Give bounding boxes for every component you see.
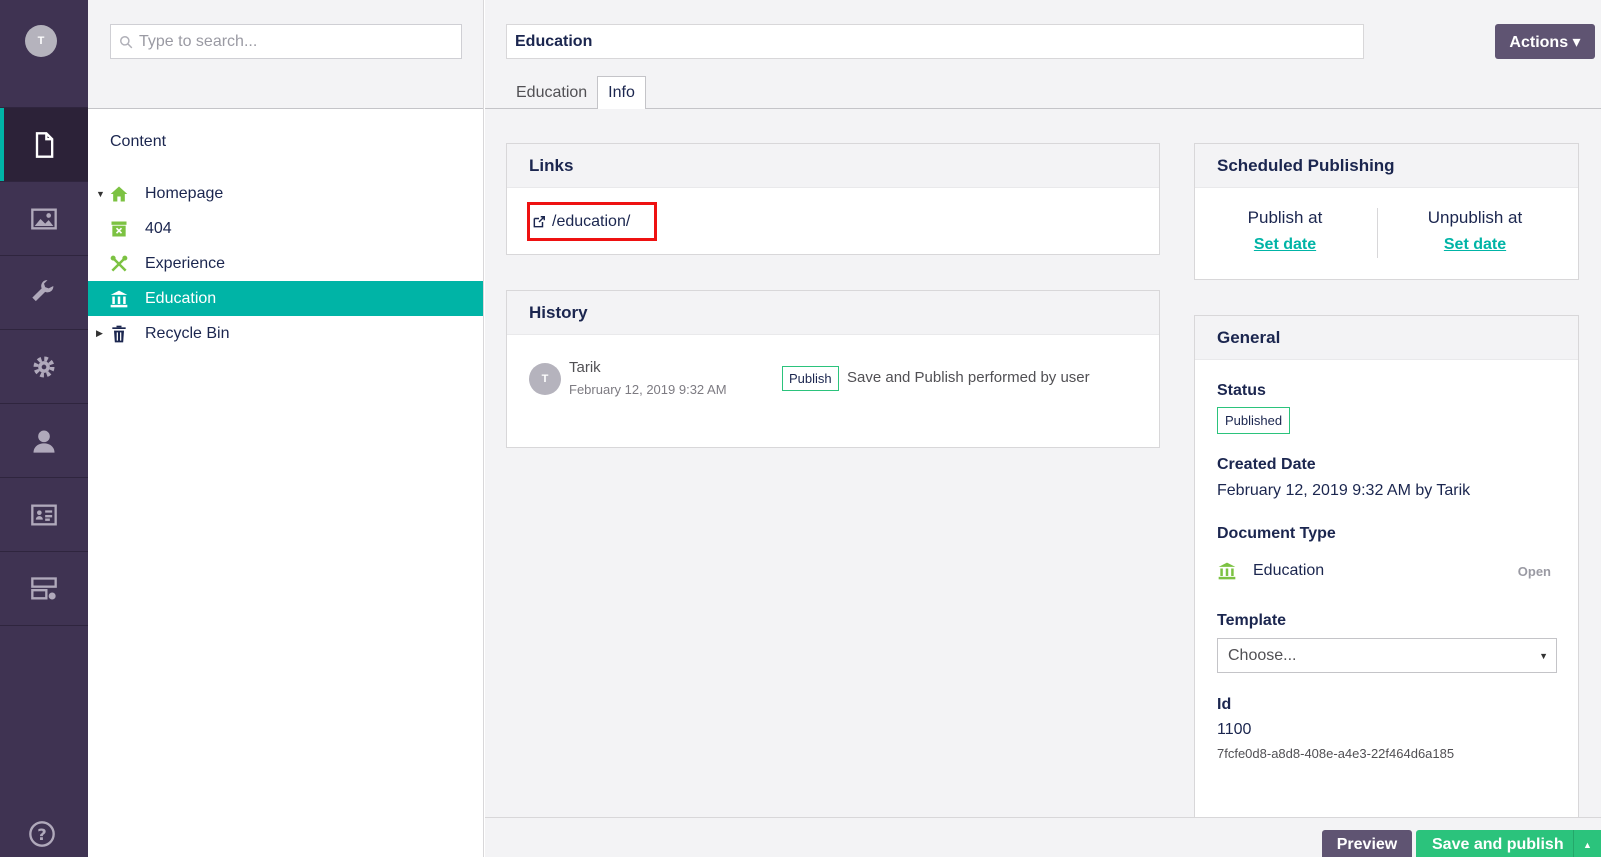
tree-item-recycle-bin[interactable]: ▶ Recycle Bin [88, 316, 483, 351]
id-label: Id [1217, 696, 1232, 713]
created-date-value: February 12, 2019 9:32 AM by Tarik [1217, 482, 1471, 499]
svg-text:?: ? [37, 825, 46, 844]
unpublish-at-label: Unpublish at [1427, 208, 1523, 227]
id-value: 1100 [1217, 721, 1252, 738]
save-and-publish-button[interactable]: Save and publish ▲ [1416, 830, 1601, 857]
tree-search-bar [88, 0, 483, 109]
node-name-input[interactable]: Education [506, 24, 1364, 59]
section-users[interactable] [0, 403, 88, 478]
document-type-row: Education Open [1217, 559, 1557, 583]
forms-icon [31, 576, 57, 599]
status-label: Status [1217, 382, 1266, 399]
divider [1377, 208, 1378, 258]
tree-item-label: Education [145, 289, 217, 307]
app-section-rail: T ? [0, 0, 88, 857]
tree-item-404[interactable]: 404 [88, 211, 483, 246]
search-input[interactable] [139, 32, 439, 51]
scheduled-title: Scheduled Publishing [1195, 144, 1578, 188]
content-tree-panel: Content ▼ Homepage 404 Experience Educat… [88, 0, 484, 857]
document-icon [35, 132, 54, 158]
history-user: Tarik [569, 359, 601, 376]
help-icon[interactable]: ? [28, 820, 56, 848]
history-title: History [507, 291, 1159, 335]
tab-education[interactable]: Education [506, 76, 597, 110]
document-type-value: Education [1253, 562, 1325, 579]
home-icon [108, 183, 130, 205]
preview-button[interactable]: Preview [1322, 830, 1412, 857]
tree-item-label: 404 [145, 219, 172, 237]
section-packages[interactable] [0, 329, 88, 404]
section-settings[interactable] [0, 255, 88, 330]
museum-icon [108, 288, 130, 310]
node-url: /education/ [552, 212, 631, 230]
history-date: February 12, 2019 9:32 AM [569, 382, 727, 397]
scheduled-publishing-panel: Scheduled Publishing Publish at Set date… [1194, 143, 1579, 280]
publish-at-label: Publish at [1247, 208, 1323, 227]
guid-value: 7fcfe0d8-a8d8-408e-a4e3-22f464d6a185 [1217, 746, 1455, 761]
status-badge: Published [1217, 407, 1291, 434]
node-url-link[interactable]: /education/ [527, 202, 657, 241]
editor-footer: Preview Save and publish ▲ [485, 817, 1601, 857]
external-link-icon [533, 215, 545, 227]
tree-title: Content [110, 133, 167, 150]
museum-icon [1218, 562, 1236, 580]
id-card-icon [31, 504, 57, 526]
document-type-label: Document Type [1217, 525, 1336, 542]
publish-set-date-link[interactable]: Set date [1195, 236, 1375, 254]
unpublish-at-column: Unpublish at Set date [1385, 208, 1565, 254]
tree-item-label: Experience [145, 254, 226, 272]
tree-item-label: Recycle Bin [145, 324, 230, 342]
info-content: Links /education/ History T Tarik Februa… [485, 109, 1601, 825]
search-box[interactable] [110, 24, 462, 59]
save-and-publish-label: Save and publish [1432, 836, 1564, 853]
editor-tabs: Education Info [506, 76, 646, 110]
history-action-badge: Publish [782, 366, 839, 391]
section-forms[interactable] [0, 551, 88, 626]
actions-button[interactable]: Actions ▾ [1495, 24, 1595, 59]
history-message: Save and Publish performed by user [847, 369, 1090, 386]
unpublish-set-date-link[interactable]: Set date [1385, 236, 1565, 254]
general-title: General [1195, 316, 1578, 360]
save-options-caret-icon[interactable]: ▲ [1573, 830, 1601, 857]
section-members[interactable] [0, 477, 88, 552]
tree-item-education[interactable]: Education [88, 281, 483, 316]
tree-list: ▼ Homepage 404 Experience Education ▶ Re… [88, 176, 483, 351]
links-title: Links [507, 144, 1159, 188]
open-document-type-link[interactable]: Open [1518, 564, 1551, 579]
template-select[interactable]: Choose... ▼ [1217, 638, 1557, 673]
chevron-down-icon: ▼ [1539, 650, 1548, 661]
tree-item-label: Homepage [145, 184, 224, 202]
history-panel: History T Tarik February 12, 2019 9:32 A… [506, 290, 1160, 448]
links-panel: Links /education/ [506, 143, 1160, 255]
created-date-label: Created Date [1217, 456, 1316, 473]
publish-at-column: Publish at Set date [1195, 208, 1375, 254]
tree-item-homepage[interactable]: ▼ Homepage [88, 176, 483, 211]
search-icon [120, 35, 133, 48]
section-media[interactable] [0, 181, 88, 256]
expand-caret-icon[interactable]: ▼ [96, 189, 105, 199]
tab-info[interactable]: Info [597, 76, 646, 110]
wrench-icon [32, 280, 54, 302]
avatar: T [529, 363, 561, 395]
user-icon [33, 430, 55, 453]
editor-header: Education Actions ▾ Education Info [485, 0, 1601, 110]
template-label: Template [1217, 612, 1287, 629]
template-selected-value: Choose... [1228, 646, 1297, 664]
general-panel: General Status Published Created Date Fe… [1194, 315, 1579, 825]
tree-item-experience[interactable]: Experience [88, 246, 483, 281]
image-icon [31, 208, 57, 230]
box-x-icon [108, 218, 130, 240]
trash-icon [108, 323, 130, 345]
user-avatar[interactable]: T [25, 25, 57, 57]
gear-icon [33, 356, 55, 378]
section-content[interactable] [0, 107, 88, 182]
tools-icon [108, 253, 130, 275]
expand-caret-icon[interactable]: ▶ [96, 328, 104, 339]
